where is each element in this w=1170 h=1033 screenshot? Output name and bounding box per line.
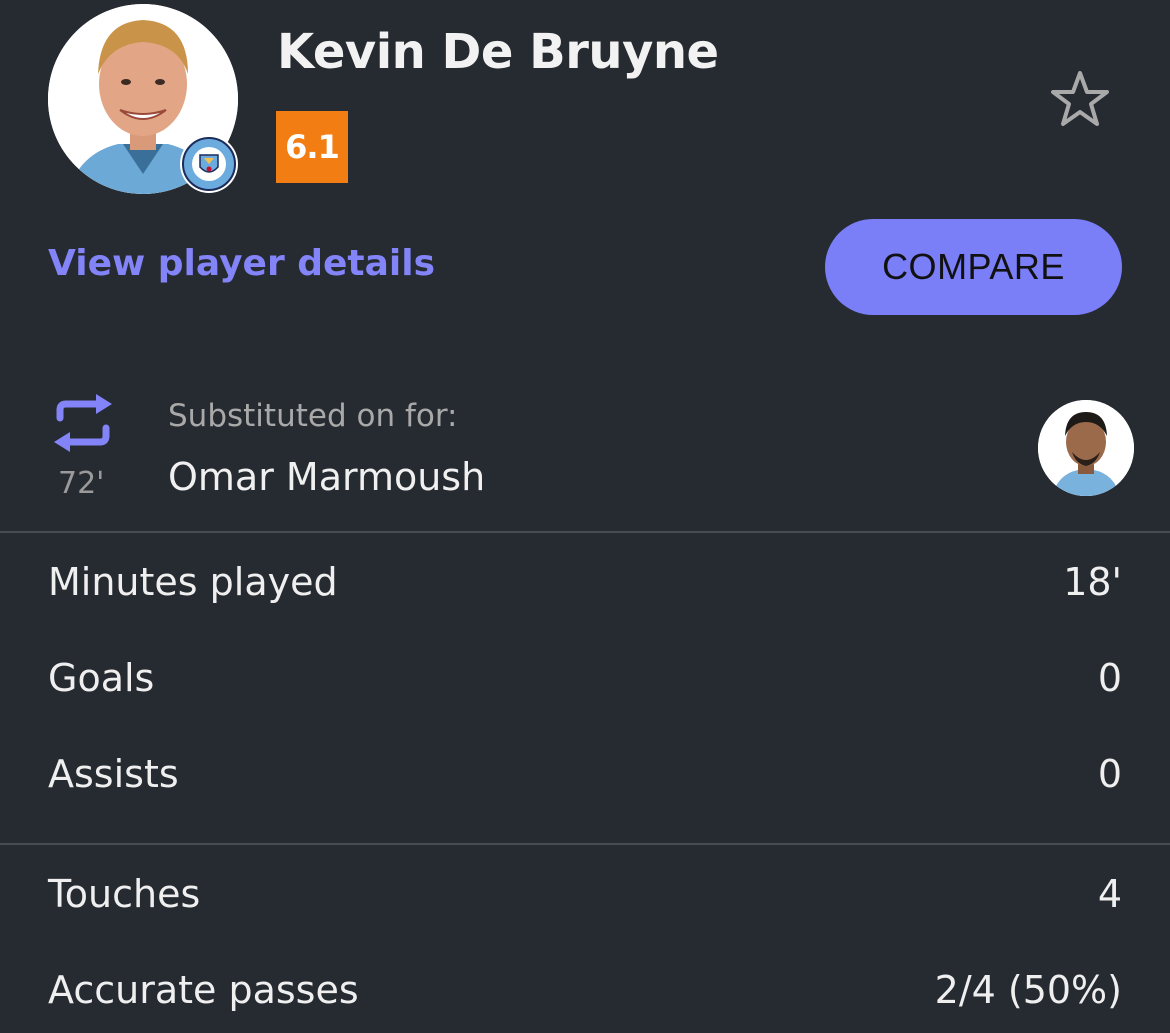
- stat-label: Goals: [48, 656, 155, 700]
- swap-arrows-icon: [50, 392, 116, 454]
- rating-badge: 6.1: [276, 111, 348, 183]
- stat-value: 0: [1097, 752, 1122, 796]
- compare-button[interactable]: COMPARE: [825, 219, 1122, 315]
- club-badge-icon: [180, 135, 238, 193]
- stat-row-assists: Assists 0: [48, 744, 1122, 804]
- stat-label: Assists: [48, 752, 179, 796]
- stat-label: Touches: [48, 872, 201, 916]
- stat-row-minutes-played: Minutes played 18': [48, 552, 1122, 612]
- section-divider: [0, 531, 1170, 533]
- substituted-player-avatar[interactable]: [1038, 400, 1134, 496]
- section-divider: [0, 843, 1170, 845]
- view-player-details-link[interactable]: View player details: [48, 243, 435, 284]
- stat-value: 18': [1063, 560, 1122, 604]
- stat-label: Accurate passes: [48, 968, 359, 1012]
- stat-row-accurate-passes: Accurate passes 2/4 (50%): [48, 960, 1122, 1020]
- substitution-minute: 72': [58, 466, 105, 501]
- substitution-label: Substituted on for:: [168, 398, 458, 434]
- star-outline-icon[interactable]: [1046, 66, 1114, 134]
- substituted-player-name: Omar Marmoush: [168, 455, 486, 499]
- stat-value: 2/4 (50%): [934, 968, 1122, 1012]
- stat-value: 0: [1097, 656, 1122, 700]
- stat-value: 4: [1097, 872, 1122, 916]
- player-name: Kevin De Bruyne: [277, 24, 719, 80]
- stat-row-touches: Touches 4: [48, 864, 1122, 924]
- stat-row-goals: Goals 0: [48, 648, 1122, 708]
- stat-label: Minutes played: [48, 560, 338, 604]
